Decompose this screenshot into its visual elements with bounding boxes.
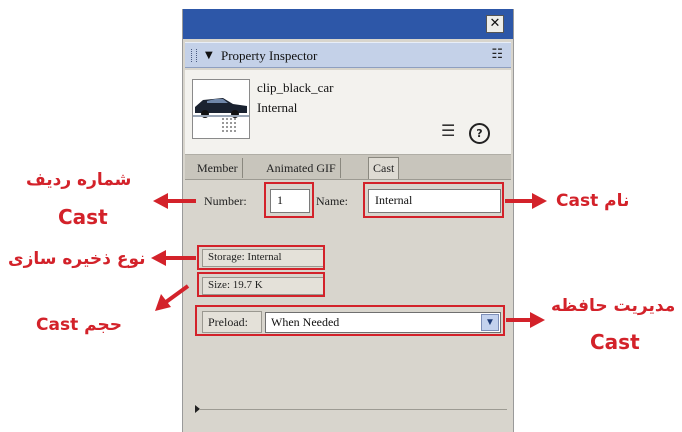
storage-arrowhead (151, 250, 166, 266)
annotation-preload-en: Cast (590, 330, 640, 354)
name-arrowhead (532, 193, 547, 209)
preload-arrowhead (530, 312, 545, 328)
number-arrowhead (153, 193, 168, 209)
annotation-number-fa: شماره ردیف (26, 170, 132, 190)
annotation-storage: نوع ذخیره سازی (8, 249, 146, 269)
annotation-preload-fa: مدیریت حافظه (551, 296, 676, 316)
annotation-number-en: Cast (58, 205, 108, 229)
annotation-name: نام Cast (556, 191, 630, 211)
annotation-size: حجم Cast (36, 315, 122, 335)
size-arrow (164, 284, 190, 304)
